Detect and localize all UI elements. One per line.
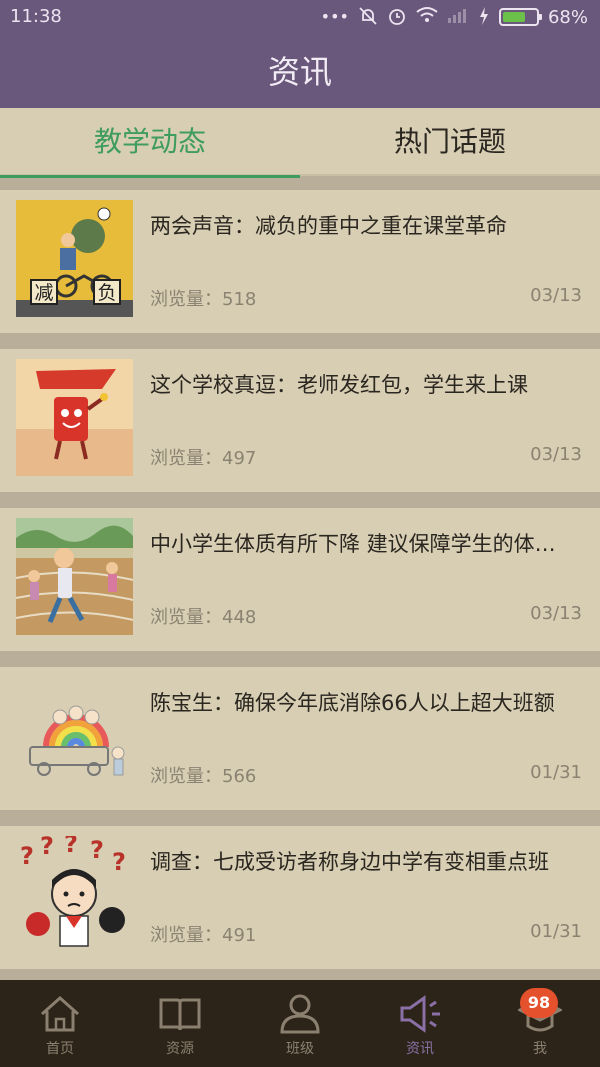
article-views: 浏览量：497 bbox=[150, 448, 257, 469]
tab-teaching-news[interactable]: 教学动态 bbox=[0, 108, 300, 178]
nav-home[interactable]: 首页 bbox=[0, 980, 120, 1067]
article-item[interactable]: 减 负 两会声音：减负的重中之重在课堂革命 浏览量：518 03/13 bbox=[0, 190, 600, 333]
article-thumbnail: 减 负 bbox=[16, 200, 133, 317]
alarm-icon bbox=[387, 6, 407, 28]
notification-badge: 98 bbox=[520, 988, 558, 1018]
article-title: 调查：七成受访者称身边中学有变相重点班 bbox=[150, 850, 549, 874]
nav-label: 首页 bbox=[46, 1041, 74, 1057]
article-item[interactable]: ? ? ? ? ? 调查：七成受访者称身边中学有变相重点班 浏览量：491 01… bbox=[0, 826, 600, 969]
article-date: 03/13 bbox=[530, 285, 582, 306]
thumb-text-left: 减 bbox=[34, 282, 53, 304]
article-title: 陈宝生：确保今年底消除66人以上超大班额 bbox=[150, 691, 555, 715]
mute-icon bbox=[358, 6, 378, 28]
group-icon bbox=[280, 994, 320, 1034]
signal-icon bbox=[447, 6, 469, 28]
article-date: 03/13 bbox=[530, 603, 582, 624]
bottom-nav: 首页 资源 班级 资讯 我 bbox=[0, 980, 600, 1067]
article-item[interactable]: 陈宝生：确保今年底消除66人以上超大班额 浏览量：566 01/31 bbox=[0, 667, 600, 810]
article-title: 中小学生体质有所下降 建议保障学生的体… bbox=[150, 532, 556, 556]
article-thumbnail bbox=[16, 677, 133, 794]
article-title: 这个学校真逗：老师发红包，学生来上课 bbox=[150, 373, 528, 397]
article-views: 浏览量：518 bbox=[150, 289, 257, 310]
svg-text:?: ? bbox=[64, 836, 78, 858]
status-time: 11:38 bbox=[10, 6, 62, 27]
status-icons: ••• 68% bbox=[321, 6, 588, 28]
article-views: 浏览量：566 bbox=[150, 766, 257, 787]
nav-label: 资源 bbox=[166, 1041, 194, 1057]
home-icon bbox=[41, 995, 79, 1032]
battery-icon bbox=[498, 8, 542, 26]
page-title: 资讯 bbox=[0, 36, 600, 108]
thumb-text-right: 负 bbox=[97, 282, 116, 304]
article-date: 03/13 bbox=[530, 444, 582, 465]
nav-label: 班级 bbox=[286, 1041, 314, 1057]
article-views: 浏览量：448 bbox=[150, 607, 257, 628]
svg-text:?: ? bbox=[112, 848, 126, 876]
status-bar: 11:38 ••• 68% bbox=[0, 0, 600, 36]
article-date: 01/31 bbox=[530, 762, 582, 783]
svg-text:?: ? bbox=[20, 842, 34, 870]
nav-class[interactable]: 班级 bbox=[240, 980, 360, 1067]
article-thumbnail bbox=[16, 359, 133, 476]
nav-news[interactable]: 资讯 bbox=[360, 980, 480, 1067]
tab-bar: 教学动态 热门话题 bbox=[0, 108, 600, 178]
wifi-icon bbox=[416, 6, 438, 28]
nav-label: 资讯 bbox=[406, 1041, 434, 1057]
megaphone-icon bbox=[400, 995, 440, 1033]
article-title: 两会声音：减负的重中之重在课堂革命 bbox=[150, 214, 507, 238]
article-thumbnail bbox=[16, 518, 133, 635]
article-item[interactable]: 这个学校真逗：老师发红包，学生来上课 浏览量：497 03/13 bbox=[0, 349, 600, 492]
article-thumbnail: ? ? ? ? ? bbox=[16, 836, 133, 953]
book-icon bbox=[159, 998, 201, 1031]
charging-icon bbox=[478, 6, 490, 28]
battery-percent: 68% bbox=[547, 6, 588, 28]
article-item[interactable]: 中小学生体质有所下降 建议保障学生的体… 浏览量：448 03/13 bbox=[0, 508, 600, 651]
more-dots-icon: ••• bbox=[320, 7, 349, 26]
article-views: 浏览量：491 bbox=[150, 925, 257, 946]
article-date: 01/31 bbox=[530, 921, 582, 942]
nav-label: 我 bbox=[533, 1041, 547, 1057]
svg-text:?: ? bbox=[40, 836, 54, 860]
nav-resources[interactable]: 资源 bbox=[120, 980, 240, 1067]
svg-text:?: ? bbox=[90, 836, 104, 864]
tab-hot-topics[interactable]: 热门话题 bbox=[300, 108, 600, 176]
